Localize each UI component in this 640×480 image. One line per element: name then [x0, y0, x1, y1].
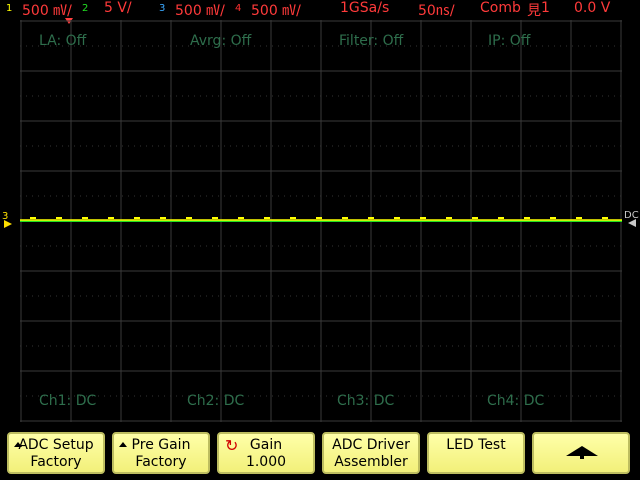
ch3-number: 3: [159, 3, 166, 14]
trace-glitch: [498, 217, 504, 219]
trace-glitch: [420, 217, 426, 219]
gain-softkey[interactable]: ↻ Gain 1.000: [217, 432, 315, 474]
adc-setup-softkey[interactable]: ADC Setup Factory: [7, 432, 105, 474]
softkey-value: Assembler: [334, 454, 408, 470]
menu-up-softkey[interactable]: [532, 432, 630, 474]
ch1-coupling: Ch1: DC: [39, 393, 97, 409]
pre-gain-softkey[interactable]: Pre Gain Factory: [112, 432, 210, 474]
trace-glitch: [134, 217, 140, 219]
trigger-source: 1: [541, 0, 550, 16]
triangle-up-icon: [14, 442, 22, 447]
ch1-scale: 500 ㎷/: [22, 3, 72, 19]
trace-glitch: [264, 217, 270, 219]
trace-glitch: [602, 217, 608, 219]
filter-status: Filter: Off: [339, 33, 404, 49]
trigger-level: 0.0 V: [574, 0, 611, 16]
waveform-display: LA: Off Avrg: Off Filter: Off IP: Off Ch…: [20, 20, 622, 422]
rising-edge-icon: ⾒: [527, 3, 541, 19]
triangle-up-icon: [119, 442, 127, 447]
trace-glitch: [82, 217, 88, 219]
trace-glitch: [342, 217, 348, 219]
ch4-scale: 500 ㎷/: [251, 3, 301, 19]
ch1-number: 1: [6, 3, 13, 14]
softkey-label: LED Test: [446, 437, 506, 453]
status-bar: 1 500 ㎷/ 2 5 V/ 3 500 ㎷/ 4 500 ㎷/ 1GSa/s…: [0, 0, 640, 20]
trace-glitch: [108, 217, 114, 219]
adc-driver-softkey[interactable]: ADC Driver Assembler: [322, 432, 420, 474]
trace-glitch: [186, 217, 192, 219]
softkey-label: ADC Driver: [332, 437, 410, 453]
trigger-mode: Comb: [480, 0, 521, 16]
trace-glitch: [30, 217, 36, 219]
ip-status: IP: Off: [488, 33, 531, 49]
sample-rate: 1GSa/s: [340, 0, 390, 16]
led-test-softkey[interactable]: LED Test: [427, 432, 525, 474]
ch4-coupling: Ch4: DC: [487, 393, 545, 409]
channel-ground-arrow-icon[interactable]: [4, 220, 12, 228]
softkey-label: Pre Gain: [131, 437, 191, 453]
trace-glitch: [316, 217, 322, 219]
ch2-scale: 5 V/: [104, 0, 132, 16]
up-arrow-stem: [580, 455, 584, 459]
softkey-label: ADC Setup: [18, 437, 94, 453]
ch2-number: 2: [82, 3, 89, 14]
trigger-level-arrow-icon[interactable]: [628, 219, 636, 227]
trace-glitch: [290, 217, 296, 219]
trace-glitch: [394, 217, 400, 219]
rotate-knob-icon: ↻: [225, 436, 239, 455]
trace-glitch: [550, 217, 556, 219]
trace-glitch: [212, 217, 218, 219]
softkey-value: Factory: [135, 454, 187, 470]
ch3-scale: 500 ㎷/: [175, 3, 225, 19]
softkey-value: Factory: [30, 454, 82, 470]
trace-glitch: [56, 217, 62, 219]
timebase: 50㎱/: [418, 3, 455, 19]
graticule: [20, 20, 622, 422]
trace-glitch: [576, 217, 582, 219]
ch3-coupling: Ch3: DC: [337, 393, 395, 409]
trace-glitch: [524, 217, 530, 219]
trace-glitch: [160, 217, 166, 219]
trace-glitch: [368, 217, 374, 219]
avrg-status: Avrg: Off: [190, 33, 252, 49]
softkey-value: 1.000: [245, 454, 287, 470]
trace-glitch: [446, 217, 452, 219]
ch2-coupling: Ch2: DC: [187, 393, 245, 409]
trace-glitch: [472, 217, 478, 219]
la-status: LA: Off: [39, 33, 87, 49]
ch4-number: 4: [235, 3, 242, 14]
trace-glitch: [238, 217, 244, 219]
